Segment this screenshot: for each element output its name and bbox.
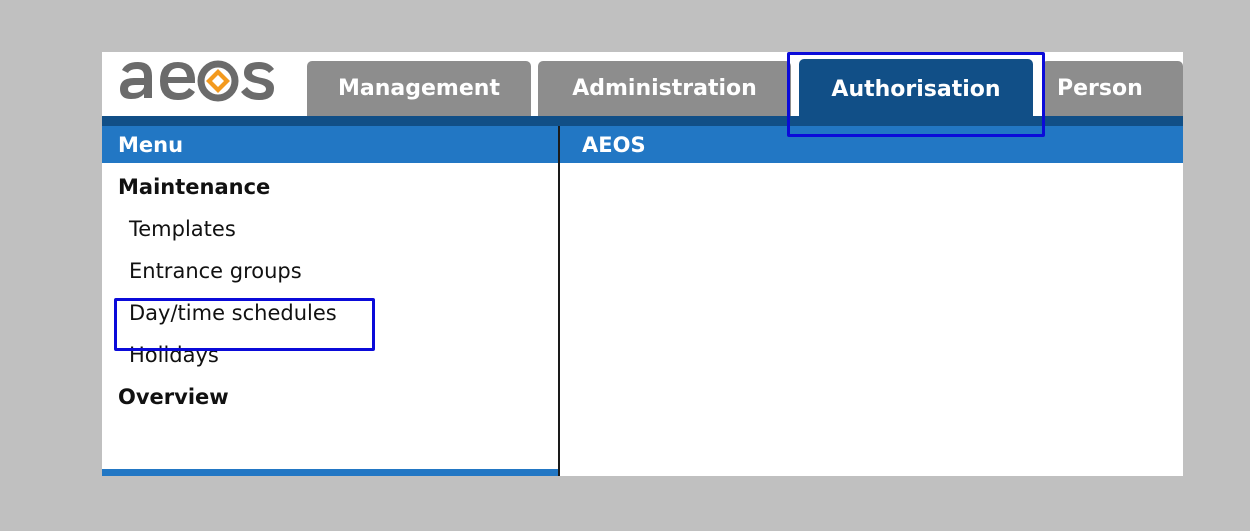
- aeos-logo-icon: [120, 60, 274, 102]
- tab-bar-underline: [102, 116, 1183, 126]
- app-window: Management Administration Authorisation …: [102, 52, 1183, 476]
- menu-item-day-time-schedules[interactable]: Day/time schedules: [129, 301, 337, 325]
- aeos-logo: [116, 55, 286, 103]
- tab-person[interactable]: Person: [1042, 61, 1183, 116]
- menu-bottom-bar: [102, 469, 558, 476]
- panel-divider[interactable]: [558, 126, 560, 476]
- menu-section-overview[interactable]: Overview: [118, 385, 229, 409]
- main-panel-header: AEOS: [560, 126, 1183, 163]
- tab-administration[interactable]: Administration: [538, 61, 791, 116]
- menu-item-templates[interactable]: Templates: [129, 217, 236, 241]
- tab-authorisation[interactable]: Authorisation: [799, 59, 1033, 119]
- menu-panel: Maintenance Templates Entrance groups Da…: [102, 163, 558, 468]
- top-tab-bar: Management Administration Authorisation …: [102, 52, 1183, 126]
- tab-management[interactable]: Management: [307, 61, 531, 116]
- menu-item-entrance-groups[interactable]: Entrance groups: [129, 259, 302, 283]
- menu-panel-header: Menu: [102, 126, 558, 163]
- menu-section-maintenance[interactable]: Maintenance: [118, 175, 270, 199]
- menu-item-holidays[interactable]: Holidays: [129, 343, 219, 367]
